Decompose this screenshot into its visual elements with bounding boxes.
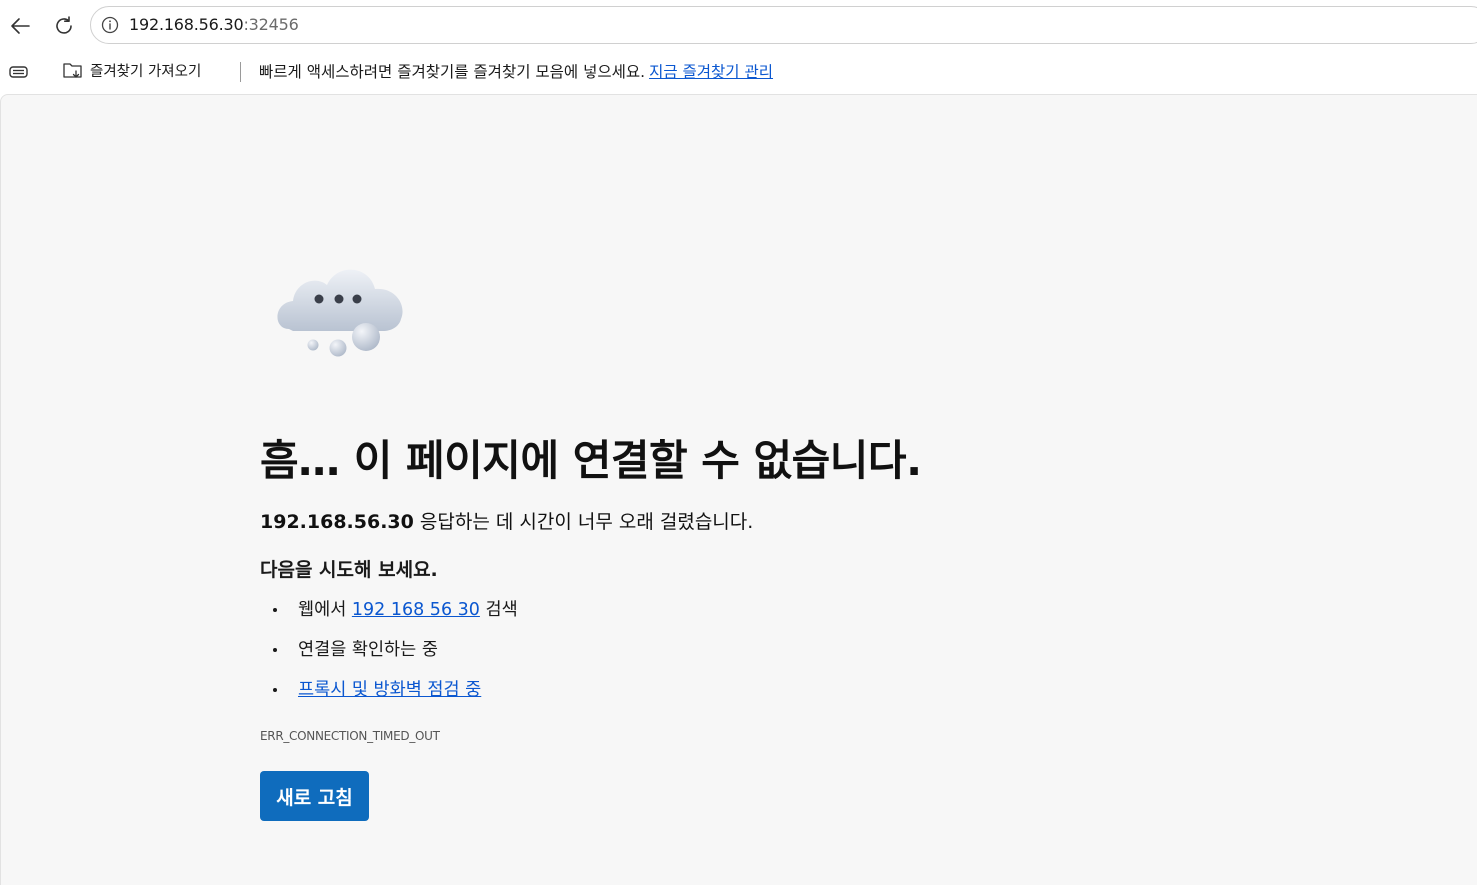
browser-toolbar: 192.168.56.30:32456 — [0, 0, 1477, 52]
proxy-firewall-link[interactable]: 프록시 및 방화벽 점검 중 — [298, 680, 481, 700]
arrow-left-icon — [11, 18, 30, 34]
check-connection-text: 연결을 확인하는 중 — [298, 640, 438, 660]
import-favorites-label: 즐겨찾기 가져오기 — [90, 63, 202, 80]
search-prefix: 웹에서 — [298, 600, 352, 620]
address-bar[interactable]: 192.168.56.30:32456 — [90, 6, 1477, 44]
search-suffix: 검색 — [479, 600, 518, 620]
reload-button[interactable]: 새로 고침 — [260, 771, 369, 821]
error-description: 192.168.56.30 응답하는 데 시간이 너무 오래 걸렸습니다. — [260, 507, 753, 534]
back-button[interactable] — [4, 10, 36, 42]
bullet — [273, 608, 277, 612]
list-item: 프록시 및 방화벽 점검 중 — [260, 675, 518, 715]
url-port: :32456 — [243, 15, 299, 34]
bullet — [273, 688, 277, 692]
try-heading: 다음을 시도해 보세요. — [260, 559, 438, 581]
divider — [240, 62, 241, 82]
error-page: 흠… 이 페이지에 연결할 수 없습니다. 192.168.56.30 응답하는… — [0, 94, 1477, 885]
url-host: 192.168.56.30 — [129, 15, 244, 34]
refresh-page-button[interactable] — [48, 10, 80, 42]
bullet — [273, 648, 277, 652]
list-item: 연결을 확인하는 중 — [260, 635, 518, 675]
cloud-icon — [277, 269, 403, 357]
favorites-bar: 즐겨찾기 가져오기 빠르게 액세스하려면 즐겨찾기를 즐겨찾기 모음에 넣으세요… — [0, 52, 1477, 92]
info-icon[interactable] — [101, 16, 119, 34]
suggestion-list: 웹에서 192 168 56 30 검색 연결을 확인하는 중 프록시 및 방화… — [260, 595, 518, 715]
manage-favorites-link[interactable]: 지금 즐겨찾기 관리 — [649, 63, 773, 81]
page-title: 흠… 이 페이지에 연결할 수 없습니다. — [260, 436, 922, 485]
url-text[interactable]: 192.168.56.30:32456 — [129, 15, 299, 34]
error-code: ERR_CONNECTION_TIMED_OUT — [260, 729, 440, 743]
collections-icon[interactable] — [8, 61, 30, 83]
folder-import-icon — [63, 63, 82, 78]
refresh-icon — [56, 16, 72, 34]
search-web-link[interactable]: 192 168 56 30 — [352, 600, 480, 620]
list-item: 웹에서 192 168 56 30 검색 — [260, 595, 518, 635]
favorites-message-text: 빠르게 액세스하려면 즐겨찾기를 즐겨찾기 모음에 넣으세요. — [259, 63, 646, 81]
error-host: 192.168.56.30 — [260, 511, 414, 533]
import-favorites-button[interactable]: 즐겨찾기 가져오기 — [62, 59, 201, 81]
error-description-text: 응답하는 데 시간이 너무 오래 걸렸습니다. — [413, 511, 754, 533]
favorites-message: 빠르게 액세스하려면 즐겨찾기를 즐겨찾기 모음에 넣으세요. 지금 즐겨찾기 관… — [259, 60, 773, 82]
